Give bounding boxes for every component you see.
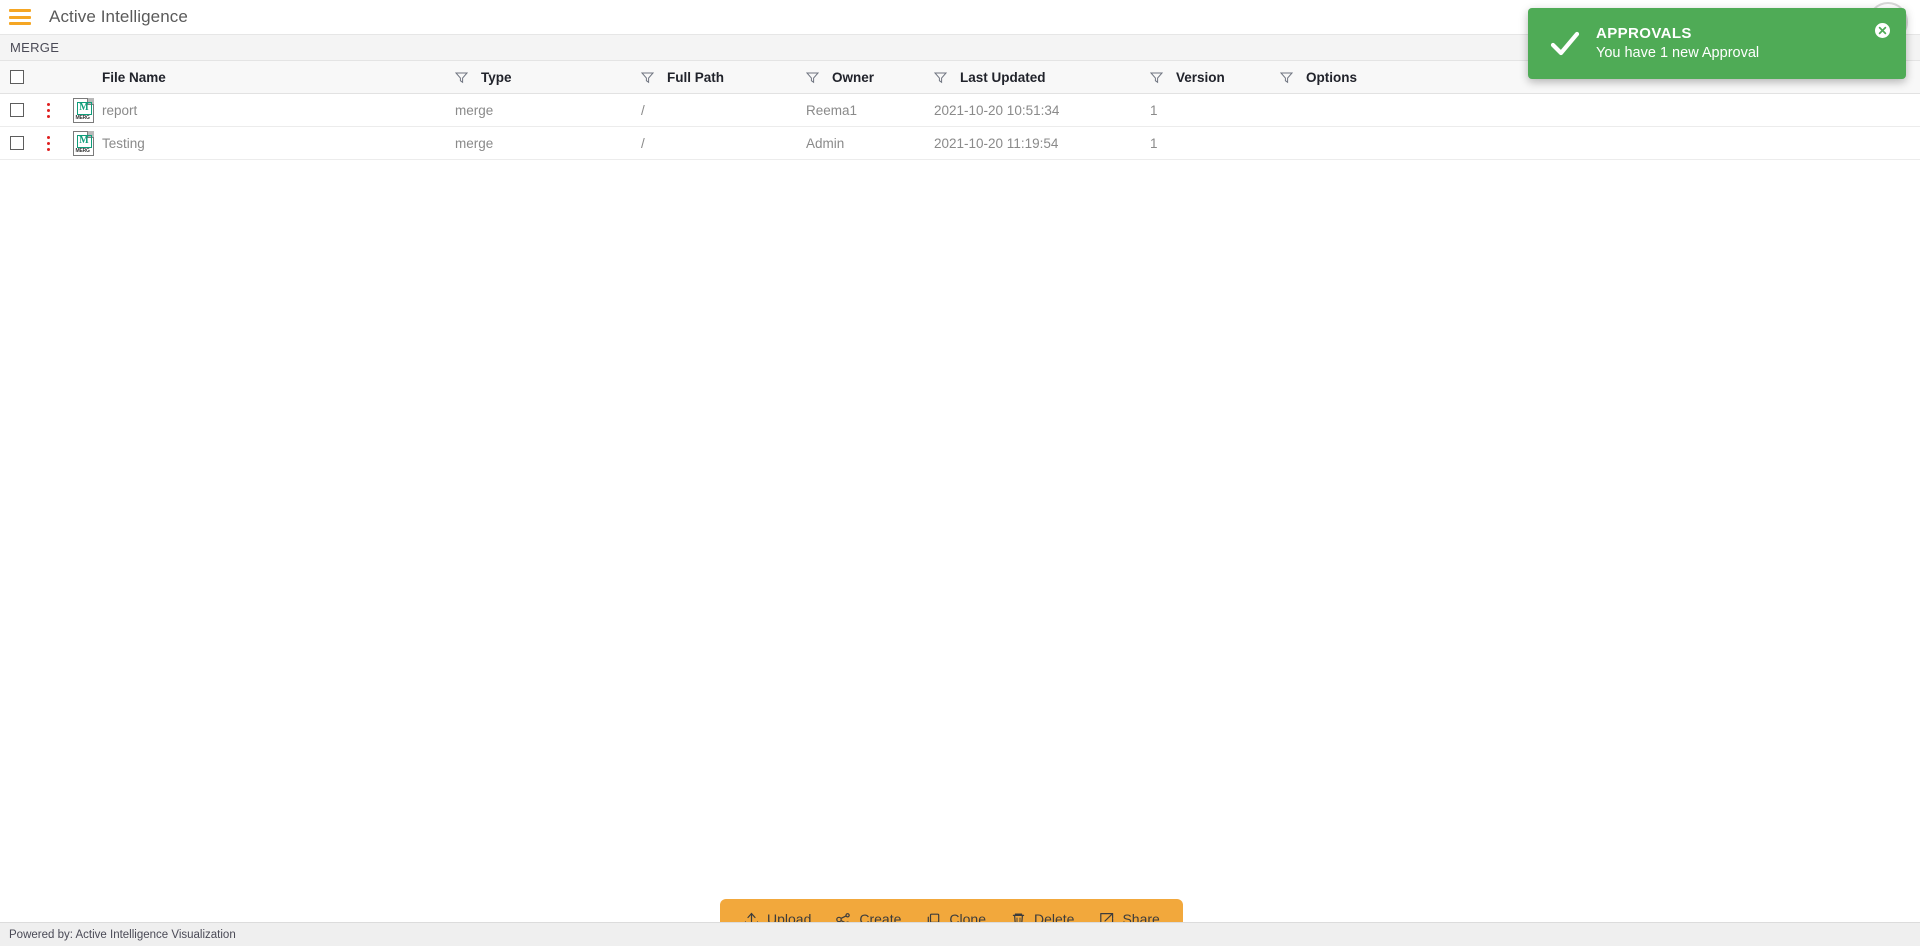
file-name-text: report xyxy=(102,102,138,118)
file-icon-letter: M xyxy=(76,101,92,115)
cell-version: 1 xyxy=(1150,136,1280,151)
column-label-options: Options xyxy=(1306,69,1357,85)
filter-icon[interactable] xyxy=(455,71,468,84)
row-checkbox[interactable] xyxy=(9,136,24,150)
cell-owner: Reema1 xyxy=(806,103,934,118)
table-row[interactable]: M MERG report merge / Reema1 2021-10-20 … xyxy=(0,94,1920,127)
cell-file-name[interactable]: Testing xyxy=(102,136,455,151)
cell-owner: Admin xyxy=(806,136,934,151)
filter-icon[interactable] xyxy=(806,71,819,84)
cell-last-updated: 2021-10-20 10:51:34 xyxy=(934,103,1150,118)
column-label-last-updated: Last Updated xyxy=(960,69,1046,85)
app-title: Active Intelligence xyxy=(49,7,188,26)
kebab-menu-icon[interactable] xyxy=(47,102,50,118)
column-header-file-name[interactable]: File Name xyxy=(102,70,455,85)
file-icon-letter: M xyxy=(76,134,92,148)
full-path-text: / xyxy=(641,102,645,118)
row-select-cell xyxy=(0,136,33,150)
column-label-full-path: Full Path xyxy=(667,69,724,85)
close-circle-icon[interactable] xyxy=(1875,23,1890,38)
toast-title: APPROVALS xyxy=(1596,25,1692,42)
hamburger-bar xyxy=(9,22,31,25)
column-header-full-path[interactable]: Full Path xyxy=(641,70,806,85)
select-all-checkbox[interactable] xyxy=(9,70,24,84)
cell-full-path: / xyxy=(641,103,806,118)
cell-file-name[interactable]: report xyxy=(102,103,455,118)
kebab-menu-icon[interactable] xyxy=(47,135,50,151)
owner-text: Reema1 xyxy=(806,102,858,118)
filter-icon[interactable] xyxy=(641,71,654,84)
approval-toast[interactable]: APPROVALS You have 1 new Approval xyxy=(1528,8,1906,79)
row-file-icon-cell: M MERG xyxy=(64,130,102,156)
footer: Powered by: Active Intelligence Visualiz… xyxy=(0,922,1920,946)
full-path-text: / xyxy=(641,135,645,151)
select-all-cell xyxy=(0,70,33,84)
cell-version: 1 xyxy=(1150,103,1280,118)
column-label-version: Version xyxy=(1176,69,1225,85)
type-text: merge xyxy=(455,135,494,151)
merge-file-icon[interactable]: M MERG xyxy=(72,97,94,123)
toast-body: APPROVALS You have 1 new Approval xyxy=(1596,24,1759,63)
footer-text: Powered by: Active Intelligence Visualiz… xyxy=(9,928,236,941)
cell-full-path: / xyxy=(641,136,806,151)
hamburger-menu-icon[interactable] xyxy=(9,9,31,25)
hamburger-bar xyxy=(9,9,31,12)
file-icon-tag: MERG xyxy=(75,147,90,154)
version-text: 1 xyxy=(1150,135,1158,151)
table-row[interactable]: M MERG Testing merge / Admin 2021-10-20 … xyxy=(0,127,1920,160)
last-updated-text: 2021-10-20 10:51:34 xyxy=(934,102,1060,118)
filter-icon[interactable] xyxy=(934,71,947,84)
column-header-last-updated[interactable]: Last Updated xyxy=(934,70,1150,85)
row-checkbox[interactable] xyxy=(9,103,24,117)
file-name-text: Testing xyxy=(102,135,145,151)
row-select-cell xyxy=(0,103,33,117)
row-menu-cell xyxy=(33,102,64,118)
cell-last-updated: 2021-10-20 11:19:54 xyxy=(934,136,1150,151)
row-file-icon-cell: M MERG xyxy=(64,97,102,123)
column-label-file-name: File Name xyxy=(102,69,166,85)
filter-icon[interactable] xyxy=(1150,71,1163,84)
filter-icon[interactable] xyxy=(1280,71,1293,84)
breadcrumb-current[interactable]: MERGE xyxy=(10,40,59,55)
row-menu-cell xyxy=(33,135,64,151)
file-icon-tag: MERG xyxy=(75,114,90,121)
type-text: merge xyxy=(455,102,494,118)
column-label-owner: Owner xyxy=(832,69,875,85)
checkmark-icon xyxy=(1548,27,1582,61)
column-header-owner[interactable]: Owner xyxy=(806,70,934,85)
version-text: 1 xyxy=(1150,102,1158,118)
merge-file-icon[interactable]: M MERG xyxy=(72,130,94,156)
cell-type: merge xyxy=(455,136,641,151)
last-updated-text: 2021-10-20 11:19:54 xyxy=(934,135,1059,151)
cell-type: merge xyxy=(455,103,641,118)
hamburger-bar xyxy=(9,15,31,19)
column-header-type[interactable]: Type xyxy=(455,70,641,85)
column-header-version[interactable]: Version xyxy=(1150,70,1280,85)
toast-message: You have 1 new Approval xyxy=(1596,45,1760,61)
column-label-type: Type xyxy=(481,69,512,85)
owner-text: Admin xyxy=(806,135,845,151)
